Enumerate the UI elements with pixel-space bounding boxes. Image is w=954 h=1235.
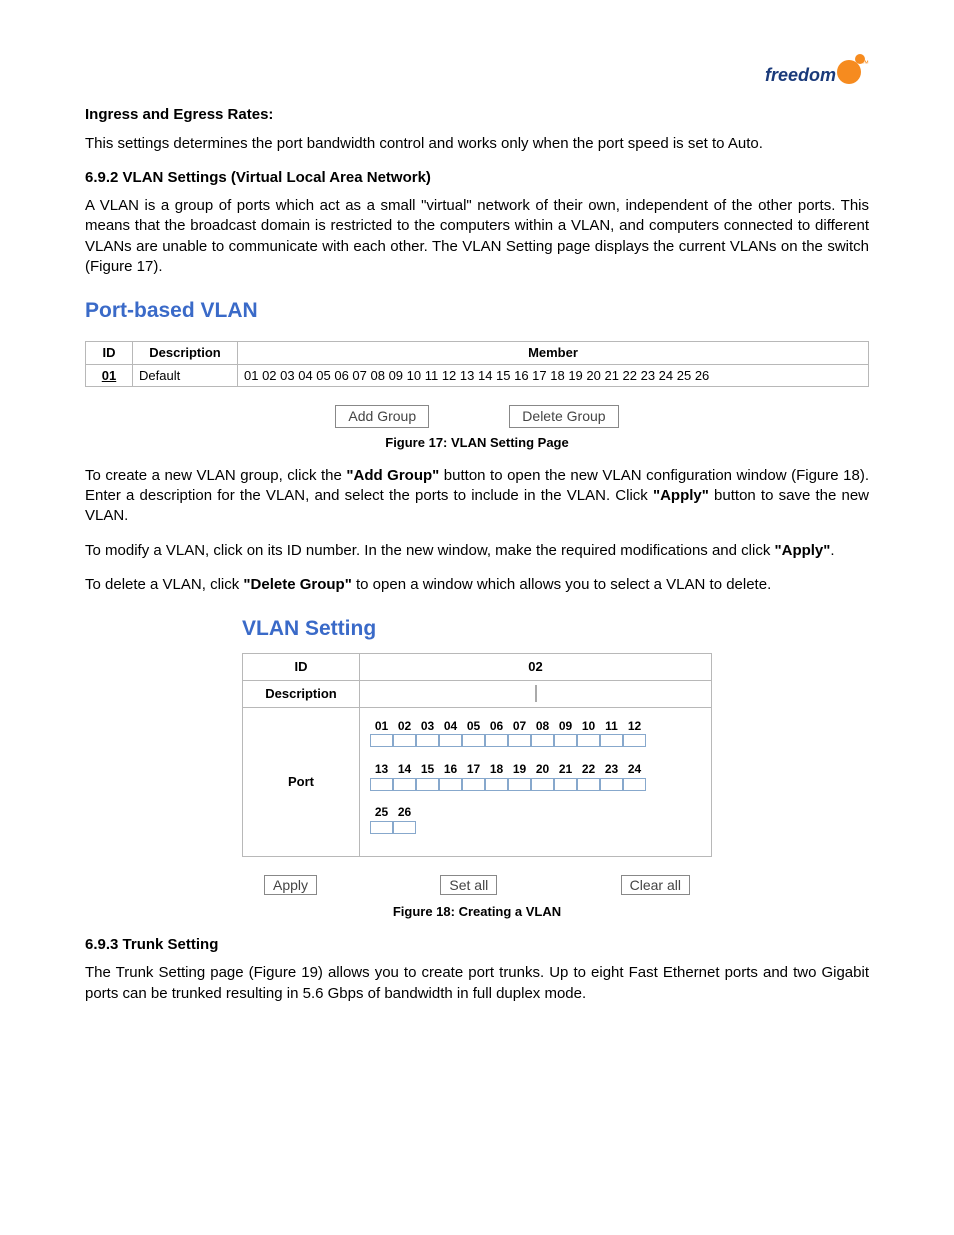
port-label: 14 <box>393 761 416 777</box>
clear-all-button[interactable]: Clear all <box>621 875 690 896</box>
port-checkbox[interactable] <box>370 734 393 747</box>
port-label: 08 <box>531 718 554 734</box>
label-description: Description <box>243 681 360 708</box>
port-checkbox[interactable] <box>577 778 600 791</box>
vlan-members-cell: 01 02 03 04 05 06 07 08 09 10 11 12 13 1… <box>238 364 869 387</box>
port-checkbox[interactable] <box>485 734 508 747</box>
port-checkbox[interactable] <box>439 778 462 791</box>
port-label: 19 <box>508 761 531 777</box>
port-label: 05 <box>462 718 485 734</box>
port-checkbox[interactable] <box>393 778 416 791</box>
port-checkbox[interactable] <box>600 734 623 747</box>
port-label: 18 <box>485 761 508 777</box>
label-port: Port <box>243 707 360 856</box>
vlan-id-value: 02 <box>360 654 712 681</box>
logo-circle-icon <box>837 60 861 84</box>
fig17-title: Port-based VLAN <box>85 297 869 325</box>
port-label: 20 <box>531 761 554 777</box>
port-checkbox[interactable] <box>577 734 600 747</box>
port-checkbox[interactable] <box>485 778 508 791</box>
port-label: 12 <box>623 718 646 734</box>
port-label: 06 <box>485 718 508 734</box>
port-checkbox[interactable] <box>462 734 485 747</box>
port-label: 02 <box>393 718 416 734</box>
port-label: 09 <box>554 718 577 734</box>
para-create: To create a new VLAN group, click the "A… <box>85 466 869 527</box>
fig18-title: VLAN Setting <box>242 615 712 643</box>
port-checkbox[interactable] <box>508 778 531 791</box>
label-id: ID <box>243 654 360 681</box>
vlan-desc-cell: Default <box>133 364 238 387</box>
port-label: 03 <box>416 718 439 734</box>
port-checkbox[interactable] <box>370 778 393 791</box>
vlan-list-table: ID Description Member 01 Default 01 02 0… <box>85 341 869 387</box>
port-label: 15 <box>416 761 439 777</box>
port-checkbox[interactable] <box>623 778 646 791</box>
port-checkbox[interactable] <box>508 734 531 747</box>
table-row: 01 Default 01 02 03 04 05 06 07 08 09 10… <box>86 364 869 387</box>
vlan-setting-table: ID 02 Description Port 01020304050607080… <box>242 653 712 856</box>
ingress-body: This settings determines the port bandwi… <box>85 134 869 154</box>
section-693-body: The Trunk Setting page (Figure 19) allow… <box>85 963 869 1004</box>
port-checkbox[interactable] <box>416 734 439 747</box>
port-label: 22 <box>577 761 600 777</box>
col-member: Member <box>238 342 869 365</box>
port-label: 07 <box>508 718 531 734</box>
apply-button[interactable]: Apply <box>264 875 317 896</box>
port-label: 17 <box>462 761 485 777</box>
section-692-body: A VLAN is a group of ports which act as … <box>85 196 869 277</box>
port-label: 21 <box>554 761 577 777</box>
port-label: 16 <box>439 761 462 777</box>
port-grid: 010203040506070809101112 131415161718192… <box>370 717 646 846</box>
fig17-caption: Figure 17: VLAN Setting Page <box>85 434 869 452</box>
port-checkbox[interactable] <box>554 734 577 747</box>
port-checkbox[interactable] <box>370 821 393 834</box>
port-label: 25 <box>370 804 393 820</box>
port-checkbox[interactable] <box>554 778 577 791</box>
port-label: 24 <box>623 761 646 777</box>
port-label: 23 <box>600 761 623 777</box>
logo: freedom™ <box>85 60 869 87</box>
vlan-id-link[interactable]: 01 <box>102 368 116 383</box>
port-label: 26 <box>393 804 416 820</box>
delete-group-button[interactable]: Delete Group <box>509 405 618 428</box>
fig18-caption: Figure 18: Creating a VLAN <box>85 903 869 921</box>
port-label: 11 <box>600 718 623 734</box>
port-checkbox[interactable] <box>416 778 439 791</box>
ingress-heading: Ingress and Egress Rates: <box>85 105 869 125</box>
description-input[interactable] <box>535 685 537 702</box>
para-modify: To modify a VLAN, click on its ID number… <box>85 541 869 561</box>
para-delete: To delete a VLAN, click "Delete Group" t… <box>85 575 869 595</box>
port-checkbox[interactable] <box>600 778 623 791</box>
logo-text: freedom <box>765 65 836 85</box>
port-checkbox[interactable] <box>393 734 416 747</box>
port-checkbox[interactable] <box>531 778 554 791</box>
port-label: 04 <box>439 718 462 734</box>
add-group-button[interactable]: Add Group <box>335 405 429 428</box>
section-692-heading: 6.9.2 VLAN Settings (Virtual Local Area … <box>85 168 869 188</box>
port-label: 13 <box>370 761 393 777</box>
port-checkbox[interactable] <box>439 734 462 747</box>
port-checkbox[interactable] <box>531 734 554 747</box>
set-all-button[interactable]: Set all <box>440 875 497 896</box>
port-checkbox[interactable] <box>623 734 646 747</box>
col-id: ID <box>86 342 133 365</box>
port-label: 01 <box>370 718 393 734</box>
port-checkbox[interactable] <box>462 778 485 791</box>
section-693-heading: 6.9.3 Trunk Setting <box>85 935 869 955</box>
col-desc: Description <box>133 342 238 365</box>
port-label: 10 <box>577 718 600 734</box>
port-checkbox[interactable] <box>393 821 416 834</box>
